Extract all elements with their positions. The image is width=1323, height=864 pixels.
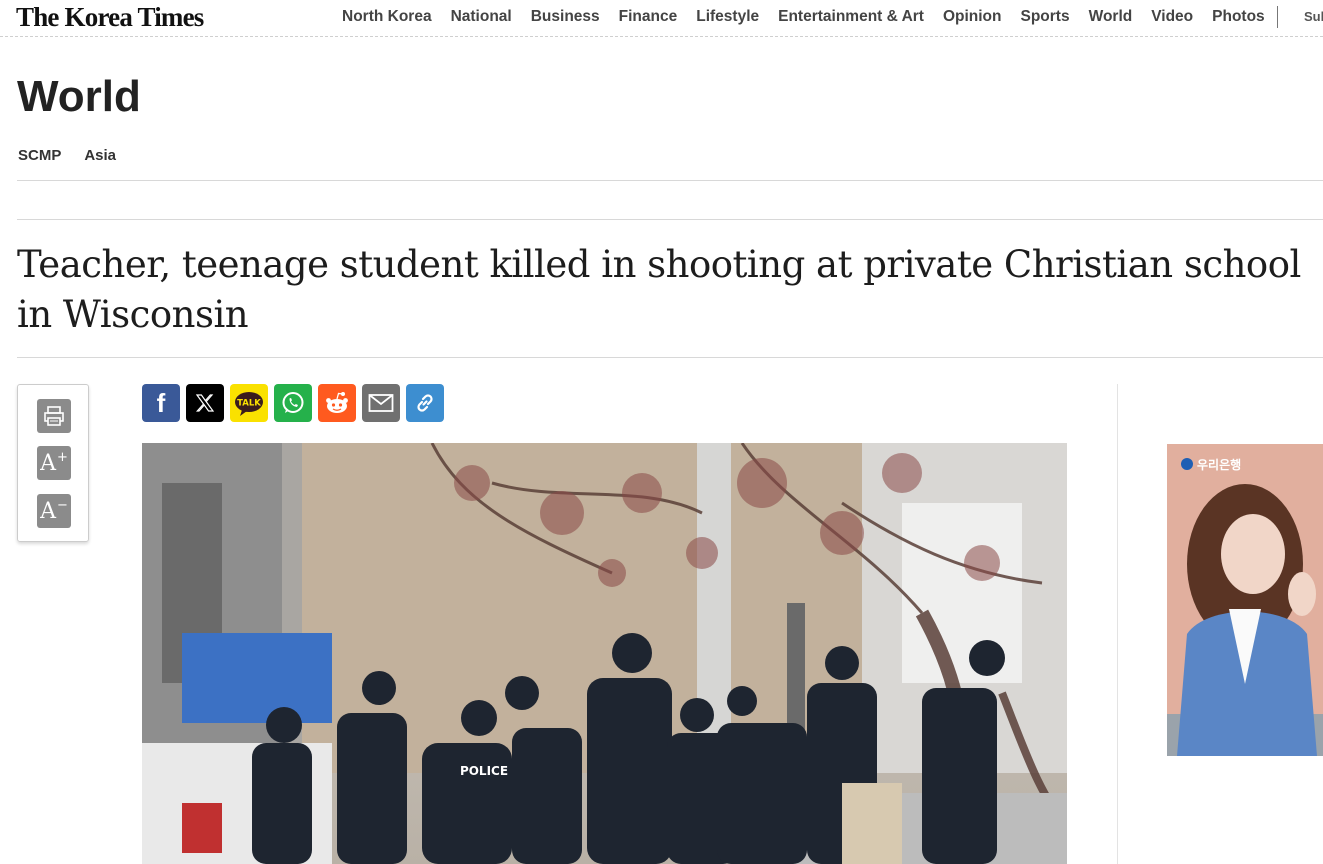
subscribe-link[interactable]: Sul bbox=[1304, 9, 1323, 24]
kakaotalk-icon[interactable]: TALK bbox=[230, 384, 268, 422]
section-subnav: SCMP Asia bbox=[18, 147, 139, 164]
nav-item-north-korea[interactable]: North Korea bbox=[342, 8, 432, 26]
article-tools-panel: A + A − bbox=[17, 384, 89, 542]
sidebar-divider bbox=[1117, 384, 1118, 864]
nav-item-entertainment-art[interactable]: Entertainment & Art bbox=[778, 8, 924, 26]
main-nav: North Korea National Business Finance Li… bbox=[342, 8, 1284, 26]
nav-item-photos[interactable]: Photos bbox=[1212, 8, 1265, 26]
divider bbox=[17, 180, 1323, 181]
article-photo: POLICE bbox=[142, 443, 1067, 864]
nav-item-national[interactable]: National bbox=[451, 8, 512, 26]
font-increase-icon[interactable]: A + bbox=[37, 446, 71, 480]
section-title: World bbox=[17, 72, 141, 121]
svg-text:POLICE: POLICE bbox=[460, 764, 508, 778]
font-decrease-icon[interactable]: A − bbox=[37, 494, 71, 528]
ad-brand-text: 우리은행 bbox=[1197, 457, 1241, 472]
nav-item-world[interactable]: World bbox=[1089, 8, 1133, 26]
nav-item-business[interactable]: Business bbox=[531, 8, 600, 26]
nav-item-video[interactable]: Video bbox=[1151, 8, 1193, 26]
divider bbox=[17, 219, 1323, 220]
link-icon[interactable] bbox=[406, 384, 444, 422]
subnav-item-asia[interactable]: Asia bbox=[84, 147, 116, 164]
kakaotalk-label: TALK bbox=[237, 399, 261, 409]
article-headline: Teacher, teenage student killed in shoot… bbox=[17, 243, 1301, 336]
email-icon[interactable] bbox=[362, 384, 400, 422]
whatsapp-icon[interactable] bbox=[274, 384, 312, 422]
share-bar: f TALK bbox=[142, 384, 444, 422]
nav-item-finance[interactable]: Finance bbox=[619, 8, 678, 26]
nav-divider bbox=[1277, 6, 1278, 28]
top-navigation-bar: The Korea Times North Korea National Bus… bbox=[0, 0, 1323, 37]
printer-icon[interactable] bbox=[37, 399, 71, 433]
facebook-icon[interactable]: f bbox=[142, 384, 180, 422]
nav-item-opinion[interactable]: Opinion bbox=[943, 8, 1002, 26]
divider bbox=[17, 357, 1323, 358]
reddit-icon[interactable] bbox=[318, 384, 356, 422]
site-logo[interactable]: The Korea Times bbox=[16, 2, 204, 33]
nav-item-lifestyle[interactable]: Lifestyle bbox=[696, 8, 759, 26]
nav-item-sports[interactable]: Sports bbox=[1021, 8, 1070, 26]
subnav-item-scmp[interactable]: SCMP bbox=[18, 147, 61, 164]
x-twitter-icon[interactable] bbox=[186, 384, 224, 422]
advertisement-banner[interactable]: 우리은행 bbox=[1167, 444, 1323, 756]
